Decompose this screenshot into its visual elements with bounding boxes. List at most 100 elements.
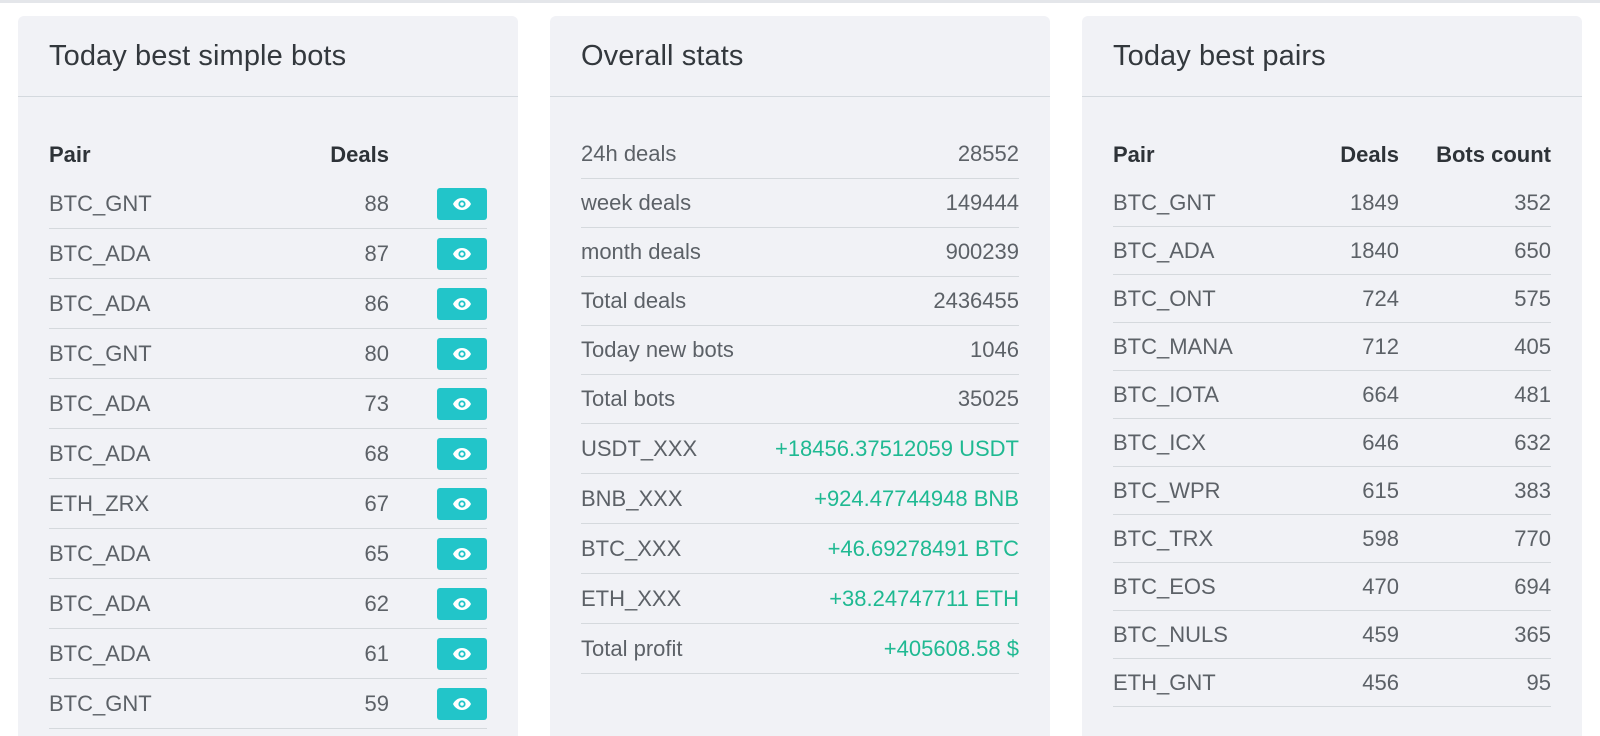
pair-cell: BTC_ADA (1113, 237, 1215, 263)
stat-label: BTC_XXX (581, 536, 682, 561)
overall-stats-title: Overall stats (581, 39, 744, 72)
overall-stats-rows: 24h deals 28552 week deals 149444 month deal… (550, 97, 1050, 674)
stat-label: BNB_XXX (581, 486, 683, 511)
pair-cell: ETH_ZRX (49, 490, 150, 516)
deals-cell: 61 (364, 640, 389, 666)
deals-cell: 724 (1362, 285, 1399, 311)
pair-cell: BTC_GNT (49, 190, 152, 216)
table-row: BTC_ADA 87 (49, 229, 487, 279)
pair-cell: BTC_ADA (49, 290, 151, 316)
table-row: BTC_ADA 68 (49, 429, 487, 479)
action-cell (389, 537, 487, 570)
deals-cell: 615 (1362, 477, 1399, 503)
stat-label: month deals (581, 239, 701, 264)
action-cell (389, 437, 487, 470)
eye-icon (452, 647, 472, 661)
stat-row: BTC_XXX +46.69278491 BTC (581, 524, 1019, 574)
action-cell (389, 237, 487, 270)
stat-row: Total profit +405608.58 $ (581, 624, 1019, 674)
stat-row: BNB_XXX +924.47744948 BNB (581, 474, 1019, 524)
view-bot-button[interactable] (437, 237, 487, 270)
stat-label: week deals (581, 190, 692, 215)
eye-icon (452, 547, 472, 561)
deals-cell: 664 (1362, 381, 1399, 407)
action-cell (389, 637, 487, 670)
table-row: BTC_ADA 61 (49, 629, 487, 679)
table-row: BTC_EOS 470 694 (1113, 563, 1551, 611)
view-bot-button[interactable] (437, 487, 487, 520)
col-deals-header: Deals (1340, 141, 1399, 167)
pair-cell: BTC_ADA (49, 590, 151, 616)
eye-icon (452, 697, 472, 711)
bots-count-cell: 352 (1514, 189, 1551, 215)
col-pair-header: Pair (1113, 141, 1155, 167)
action-cell (389, 187, 487, 220)
stat-label: 24h deals (581, 141, 677, 166)
deals-cell: 456 (1362, 669, 1399, 695)
view-bot-button[interactable] (437, 387, 487, 420)
deals-cell: 62 (364, 590, 389, 616)
table-row: BTC_MANA 712 405 (1113, 323, 1551, 371)
best-pairs-table-header: Pair Deals Bots count (1113, 130, 1551, 179)
view-bot-button[interactable] (437, 287, 487, 320)
action-cell (389, 587, 487, 620)
simple-bots-rows: BTC_GNT 88 BTC_ADA 87 BTC_ADA 86 BTC_GNT 80 BTC_… (49, 179, 487, 729)
best-pairs-title: Today best pairs (1113, 39, 1326, 72)
stat-value: 2436455 (933, 288, 1019, 313)
stat-value: 1046 (970, 337, 1019, 362)
simple-bots-header: Today best simple bots (18, 16, 518, 97)
stat-row: week deals 149444 (581, 179, 1019, 228)
pair-cell: BTC_GNT (49, 340, 152, 366)
stat-label: USDT_XXX (581, 436, 698, 461)
pair-cell: BTC_TRX (1113, 525, 1214, 551)
stat-value: +38.24747711 ETH (829, 586, 1019, 611)
eye-icon (452, 447, 472, 461)
best-pairs-rows: BTC_GNT 1849 352 BTC_ADA 1840 650 BTC_ONT 724 57… (1113, 179, 1551, 707)
view-bot-button[interactable] (437, 437, 487, 470)
pair-cell: BTC_EOS (1113, 573, 1216, 599)
table-row: BTC_WPR 615 383 (1113, 467, 1551, 515)
bots-count-cell: 383 (1514, 477, 1551, 503)
stat-row: 24h deals 28552 (581, 130, 1019, 179)
bots-count-cell: 365 (1514, 621, 1551, 647)
table-row: BTC_TRX 598 770 (1113, 515, 1551, 563)
stat-label: Total deals (581, 288, 687, 313)
view-bot-button[interactable] (437, 537, 487, 570)
deals-cell: 712 (1362, 333, 1399, 359)
simple-bots-table: Pair Deals BTC_GNT 88 BTC_ADA 87 BTC_ADA 86 BT… (18, 130, 518, 729)
table-row: BTC_GNT 1849 352 (1113, 179, 1551, 227)
table-row: BTC_ADA 65 (49, 529, 487, 579)
view-bot-button[interactable] (437, 337, 487, 370)
deals-cell: 470 (1362, 573, 1399, 599)
table-row: BTC_GNT 88 (49, 179, 487, 229)
action-cell (389, 687, 487, 720)
deals-cell: 1849 (1350, 189, 1399, 215)
deals-cell: 67 (364, 490, 389, 516)
table-row: BTC_ONT 724 575 (1113, 275, 1551, 323)
deals-cell: 65 (364, 540, 389, 566)
view-bot-button[interactable] (437, 637, 487, 670)
table-row: BTC_ICX 646 632 (1113, 419, 1551, 467)
pair-cell: ETH_GNT (1113, 669, 1216, 695)
deals-cell: 459 (1362, 621, 1399, 647)
pair-cell: BTC_ADA (49, 540, 151, 566)
pair-cell: BTC_ADA (49, 640, 151, 666)
pair-cell: BTC_ADA (49, 440, 151, 466)
view-bot-button[interactable] (437, 187, 487, 220)
pair-cell: BTC_GNT (49, 690, 152, 716)
view-bot-button[interactable] (437, 687, 487, 720)
deals-cell: 59 (364, 690, 389, 716)
overall-stats-header: Overall stats (550, 16, 1050, 97)
stat-row: month deals 900239 (581, 228, 1019, 277)
eye-icon (452, 497, 472, 511)
top-bar (0, 0, 1600, 3)
view-bot-button[interactable] (437, 587, 487, 620)
action-cell (389, 287, 487, 320)
deals-cell: 73 (364, 390, 389, 416)
bots-count-cell: 650 (1514, 237, 1551, 263)
eye-icon (452, 197, 472, 211)
table-row: BTC_ADA 73 (49, 379, 487, 429)
simple-bots-table-header: Pair Deals (49, 130, 487, 179)
bots-count-cell: 575 (1514, 285, 1551, 311)
pair-cell: BTC_ADA (49, 240, 151, 266)
